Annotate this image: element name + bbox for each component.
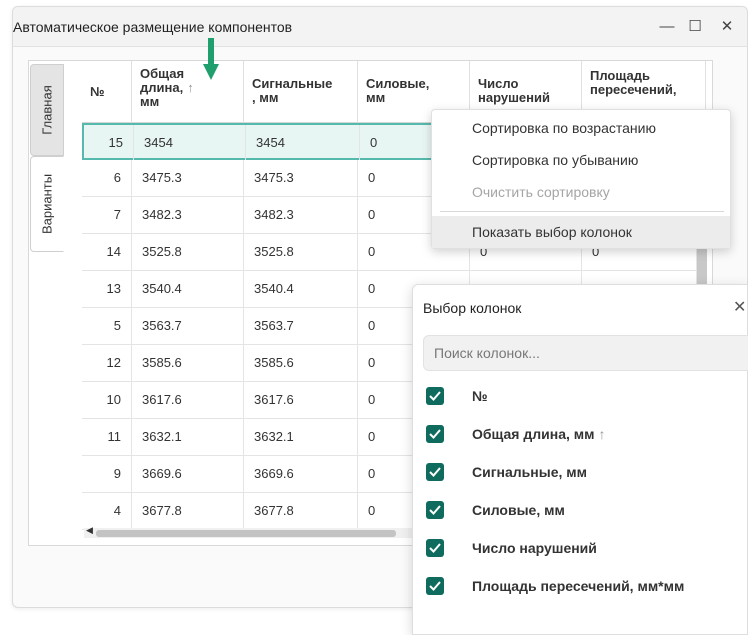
table-cell-num: 13	[82, 271, 132, 307]
table-cell-signal: 3585.6	[244, 345, 358, 381]
column-header-label: пересечений,	[590, 82, 677, 97]
sort-ascending-icon: ↑	[598, 426, 606, 442]
tab-main[interactable]: Главная	[30, 64, 64, 156]
table-cell-total: 3585.6	[132, 345, 244, 381]
column-header-label: Площадь	[590, 68, 650, 83]
menu-item-clear-sort: Очистить сортировку	[472, 184, 610, 200]
checkbox-checked-icon[interactable]	[426, 539, 444, 557]
column-context-menu: Сортировка по возрастанию Сортировка по …	[431, 109, 731, 249]
horizontal-scrollbar[interactable]: ◀	[84, 525, 414, 538]
minimize-icon[interactable]: —	[653, 15, 681, 39]
table-cell-num: 6	[82, 160, 132, 196]
table-cell-total: 3563.7	[132, 308, 244, 344]
table-cell-num: 14	[82, 234, 132, 270]
checkbox-checked-icon[interactable]	[426, 425, 444, 443]
table-cell-num: 5	[82, 308, 132, 344]
table-cell-num: 10	[82, 382, 132, 418]
table-cell-signal: 3617.6	[244, 382, 358, 418]
table-cell-signal: 3525.8	[244, 234, 358, 270]
column-toggle-label: Площадь пересечений, мм*мм	[472, 578, 684, 594]
tab-main-label: Главная	[39, 85, 55, 135]
menu-divider	[440, 211, 724, 212]
checkbox-checked-icon[interactable]	[426, 501, 444, 519]
column-toggle-text: №	[472, 388, 488, 404]
maximize-icon[interactable]: ☐	[681, 15, 709, 39]
window-title: Автоматическое размещение компонентов	[13, 19, 293, 35]
checkbox-checked-icon[interactable]	[426, 463, 444, 481]
column-picker-title: Выбор колонок	[423, 300, 522, 316]
column-toggle-label: Сигнальные, мм	[472, 464, 587, 480]
column-header-number[interactable]: №	[82, 61, 132, 123]
table-cell-signal: 3563.7	[244, 308, 358, 344]
table-cell-signal: 3677.8	[244, 493, 358, 529]
table-cell-signal: 3454	[246, 125, 360, 161]
column-header-signal[interactable]: Сигнальные , мм	[244, 61, 358, 123]
table-cell-signal: 3669.6	[244, 456, 358, 492]
title-bar[interactable]: Автоматическое размещение компонентов — …	[13, 7, 747, 47]
table-cell-num: 12	[82, 345, 132, 381]
sort-ascending-icon: ↑	[187, 80, 194, 95]
table-cell-total: 3525.8	[132, 234, 244, 270]
column-toggle-label: Силовые, мм	[472, 502, 565, 518]
table-cell-num: 11	[82, 419, 132, 455]
tab-variants[interactable]: Варианты	[30, 156, 64, 252]
table-cell-signal: 3475.3	[244, 160, 358, 196]
column-header-label: Число	[478, 76, 519, 91]
column-header-label: Общая	[140, 66, 185, 81]
column-toggle-label: Общая длина, мм ↑	[472, 426, 606, 442]
table-cell-total: 3669.6	[132, 456, 244, 492]
column-header-label: нарушений	[478, 90, 550, 105]
annotation-arrow-icon	[203, 38, 219, 80]
column-toggle-text: Сигнальные, мм	[472, 464, 587, 480]
table-cell-total: 3617.6	[132, 382, 244, 418]
scroll-left-icon[interactable]: ◀	[86, 525, 93, 536]
column-toggle-label: №	[472, 388, 488, 404]
table-cell-signal: 3482.3	[244, 197, 358, 233]
table-cell-total: 3454	[134, 125, 246, 161]
menu-item-sort-descending[interactable]: Сортировка по убыванию	[432, 144, 730, 176]
column-picker-panel: Выбор колонок ✕ № Общая длина, мм↑ Сигналь…	[412, 284, 748, 635]
column-toggle-label: Число нарушений	[472, 540, 597, 556]
table-cell-signal: 3540.4	[244, 271, 358, 307]
table-cell-signal: 3632.1	[244, 419, 358, 455]
column-header-total-length[interactable]: Общая длина, ↑ мм	[132, 61, 244, 123]
table-cell-num: 9	[82, 456, 132, 492]
table-cell-num: 7	[82, 197, 132, 233]
column-header-label: мм	[140, 94, 160, 109]
column-toggle-text: Площадь пересечений, мм*мм	[472, 578, 685, 594]
close-icon[interactable]: ✕	[713, 15, 741, 39]
horizontal-scroll-thumb[interactable]	[96, 530, 396, 537]
table-cell-total: 3540.4	[132, 271, 244, 307]
column-toggle-text: Силовые, мм	[472, 502, 565, 518]
table-cell-total: 3482.3	[132, 197, 244, 233]
table-cell-num: 4	[82, 493, 132, 529]
column-header-label: №	[90, 84, 105, 99]
column-toggle-text: Число нарушений	[472, 540, 597, 556]
tab-variants-label: Варианты	[39, 173, 55, 235]
table-cell-total: 3677.8	[132, 493, 244, 529]
column-picker-close-icon[interactable]: ✕	[733, 297, 746, 317]
menu-item-sort-ascending[interactable]: Сортировка по возрастанию	[432, 112, 730, 144]
column-header-label: Сигнальные	[252, 76, 333, 91]
checkbox-checked-icon[interactable]	[426, 577, 444, 595]
table-cell-num: 15	[84, 125, 134, 161]
column-header-label: Силовые,	[366, 76, 430, 91]
table-cell-total: 3632.1	[132, 419, 244, 455]
menu-item-show-column-picker[interactable]: Показать выбор колонок	[432, 216, 730, 248]
checkbox-checked-icon[interactable]	[426, 387, 444, 405]
table-cell-total: 3475.3	[132, 160, 244, 196]
column-toggle-text: Общая длина, мм	[472, 426, 595, 442]
column-header-label: длина,	[140, 80, 184, 95]
column-header-label: мм	[366, 90, 386, 105]
column-header-label: , мм	[252, 90, 279, 105]
column-search-input[interactable]	[423, 335, 748, 371]
